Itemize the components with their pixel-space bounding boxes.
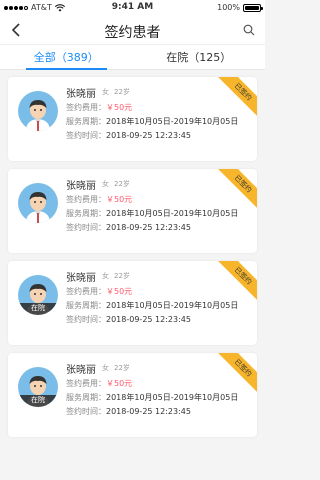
- in-hospital-tag: 在院: [18, 303, 58, 315]
- search-button[interactable]: [239, 20, 259, 40]
- status-badge: 已签约: [217, 353, 257, 393]
- patient-gender: 女: [102, 272, 109, 280]
- avatar: [18, 91, 58, 131]
- patient-name: 张晓丽: [66, 364, 96, 376]
- fee-label: 签约费用：: [66, 103, 106, 112]
- fee-value: ￥50元: [106, 379, 133, 388]
- patient-card[interactable]: 张晓丽 女 22岁 签约费用：￥50元 服务周期：2018年10月05日-201…: [8, 169, 257, 253]
- status-bar: AT&T 9:41 AM 100%: [0, 0, 265, 16]
- period-value: 2018年10月05日-2019年10月05日: [106, 209, 239, 218]
- fee-label: 签约费用：: [66, 379, 106, 388]
- patient-gender: 女: [102, 180, 109, 188]
- period-label: 服务周期：: [66, 393, 106, 402]
- patient-name: 张晓丽: [66, 180, 96, 192]
- sign-time-label: 签约时间：: [66, 407, 106, 416]
- period-value: 2018年10月05日-2019年10月05日: [106, 117, 239, 126]
- sign-time-value: 2018-09-25 12:23:45: [106, 223, 191, 232]
- status-badge: 已签约: [217, 77, 257, 117]
- patient-card[interactable]: 在院 张晓丽 女 22岁 签约费用：￥50元 服务周期：2018年10月05日-…: [8, 353, 257, 437]
- sign-time-label: 签约时间：: [66, 315, 106, 324]
- doctor-avatar-icon: [26, 192, 50, 223]
- battery-icon: [243, 3, 263, 12]
- signed-badge-label: 已签约: [217, 261, 257, 301]
- avatar: [18, 183, 58, 223]
- sign-time-label: 签约时间：: [66, 131, 106, 140]
- patient-card[interactable]: 在院 张晓丽 女 22岁 签约费用：￥50元 服务周期：2018年10月05日-…: [8, 261, 257, 345]
- patient-age: 22岁: [114, 272, 130, 280]
- sign-time-value: 2018-09-25 12:23:45: [106, 407, 191, 416]
- signed-badge-label: 已签约: [217, 169, 257, 209]
- patient-name: 张晓丽: [66, 272, 96, 284]
- avatar: 在院: [18, 275, 58, 315]
- period-label: 服务周期：: [66, 117, 106, 126]
- doctor-avatar-icon: [26, 100, 50, 131]
- patient-card[interactable]: 张晓丽 女 22岁 签约费用：￥50元 服务周期：2018年10月05日-201…: [8, 77, 257, 161]
- signed-badge-label: 已签约: [217, 77, 257, 117]
- status-right: 100%: [217, 3, 263, 12]
- patient-name: 张晓丽: [66, 88, 96, 100]
- patient-age: 22岁: [114, 180, 130, 188]
- fee-value: ￥50元: [106, 287, 133, 296]
- battery-label: 100%: [217, 3, 240, 12]
- status-badge: 已签约: [217, 261, 257, 301]
- period-value: 2018年10月05日-2019年10月05日: [106, 393, 239, 402]
- in-hospital-tag: 在院: [18, 395, 58, 407]
- tab-bar: 全部（389） 在院（125）: [0, 44, 265, 70]
- patient-gender: 女: [102, 88, 109, 96]
- fee-value: ￥50元: [106, 195, 133, 204]
- patient-list: 张晓丽 女 22岁 签约费用：￥50元 服务周期：2018年10月05日-201…: [0, 77, 265, 437]
- signed-badge-label: 已签约: [217, 353, 257, 393]
- fee-label: 签约费用：: [66, 195, 106, 204]
- nav-bar: 签约患者: [0, 16, 265, 44]
- sign-time-label: 签约时间：: [66, 223, 106, 232]
- page-title: 签约患者: [104, 25, 161, 41]
- fee-label: 签约费用：: [66, 287, 106, 296]
- tab-all[interactable]: 全部（389）: [0, 45, 133, 70]
- search-icon: [243, 24, 255, 36]
- tab-in-hospital[interactable]: 在院（125）: [133, 45, 266, 69]
- patient-gender: 女: [102, 364, 109, 372]
- patient-age: 22岁: [114, 364, 130, 372]
- sign-time-value: 2018-09-25 12:23:45: [106, 315, 191, 324]
- period-value: 2018年10月05日-2019年10月05日: [106, 301, 239, 310]
- period-label: 服务周期：: [66, 209, 106, 218]
- fee-value: ￥50元: [106, 103, 133, 112]
- avatar: 在院: [18, 367, 58, 407]
- status-badge: 已签约: [217, 169, 257, 209]
- sign-time-value: 2018-09-25 12:23:45: [106, 131, 191, 140]
- period-label: 服务周期：: [66, 301, 106, 310]
- patient-age: 22岁: [114, 88, 130, 96]
